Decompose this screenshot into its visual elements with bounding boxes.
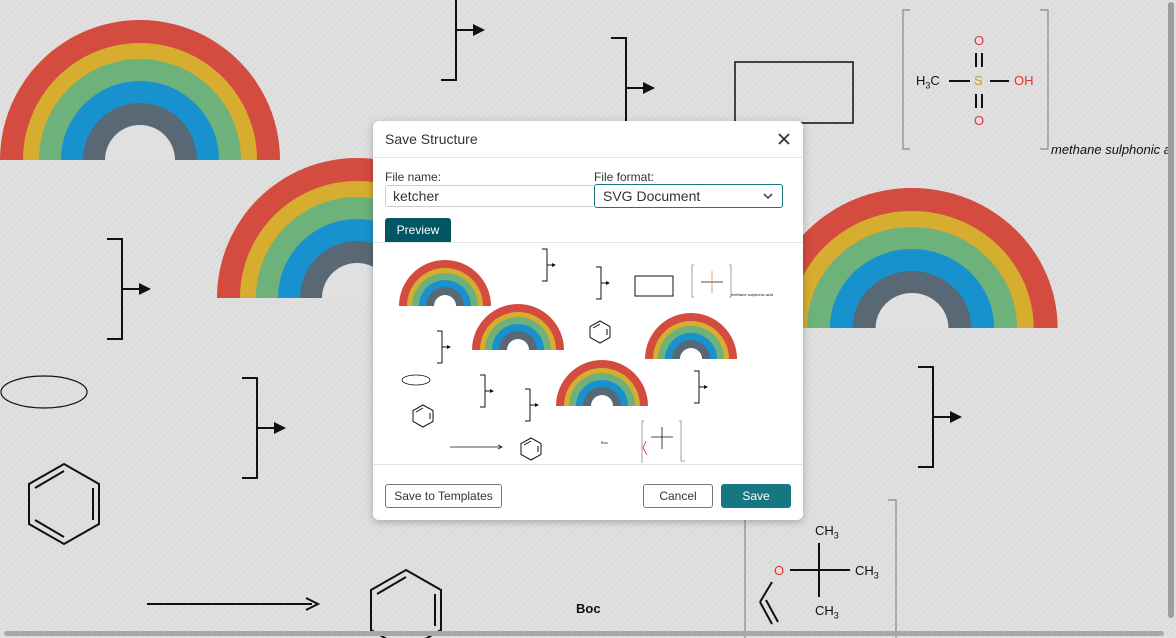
preview-boc: Boc <box>601 440 608 445</box>
file-format-select[interactable]: SVG Document <box>594 184 783 208</box>
atom-label-o-top: O <box>974 33 985 48</box>
cancel-button[interactable]: Cancel <box>643 484 713 508</box>
dialog-title: Save Structure <box>385 131 478 147</box>
molecule-caption: methane sulphonic a <box>1051 142 1171 157</box>
preview-caption: methane sulphonic acid <box>731 292 773 297</box>
atom-label-o: O <box>774 563 785 578</box>
file-format-value: SVG Document <box>603 188 701 204</box>
svg-preview: methane sulphonic acid Boc <box>373 242 803 465</box>
file-name-input[interactable]: ketcher <box>385 185 593 207</box>
close-icon[interactable] <box>775 130 793 148</box>
chevron-down-icon <box>763 193 773 200</box>
save-structure-dialog: Save Structure File name: ketcher File f… <box>373 121 803 520</box>
atom-label-oh: OH <box>1014 73 1034 88</box>
vertical-scrollbar[interactable] <box>1168 2 1174 618</box>
atom-label-s: S <box>974 73 983 88</box>
file-format-label: File format: <box>594 170 655 184</box>
horizontal-scrollbar[interactable] <box>4 631 1164 636</box>
boc-label: Boc <box>576 601 601 616</box>
atom-label-o-bottom: O <box>974 113 985 128</box>
atom-label-h3c: H3C <box>916 73 940 91</box>
dialog-header: Save Structure <box>373 121 803 158</box>
save-button[interactable]: Save <box>721 484 791 508</box>
tab-preview[interactable]: Preview <box>385 218 451 242</box>
save-to-templates-button[interactable]: Save to Templates <box>385 484 502 508</box>
atom-label-ch3-right: CH3 <box>855 563 879 581</box>
atom-label-ch3-bottom: CH3 <box>815 603 839 621</box>
atom-label-ch3-top: CH3 <box>815 523 839 541</box>
file-name-label: File name: <box>385 170 442 184</box>
preview-image: methane sulphonic acid Boc <box>399 248 773 463</box>
